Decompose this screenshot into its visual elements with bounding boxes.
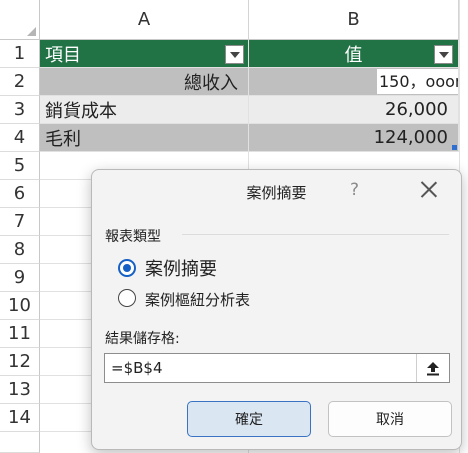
column-header-b[interactable]: B xyxy=(249,0,459,40)
row-header[interactable] xyxy=(0,432,40,453)
cancel-button[interactable]: 取消 xyxy=(328,401,452,437)
cell-a4[interactable]: 毛利 xyxy=(40,124,249,152)
row-header[interactable]: 14 xyxy=(0,404,40,432)
result-cells-input[interactable]: =$B$4 xyxy=(104,353,450,383)
cell-edit-text[interactable]: 150，ooon xyxy=(377,69,458,94)
cell-b4[interactable]: 124,000 xyxy=(249,124,459,152)
report-type-label: 報表類型 xyxy=(105,229,161,245)
upload-arrow-icon xyxy=(427,362,439,376)
row-header[interactable]: 5 xyxy=(0,152,40,180)
ok-button[interactable]: 確定 xyxy=(187,401,311,437)
cell-text: 毛利 xyxy=(45,128,81,150)
scenario-summary-dialog: 案例摘要 ? 報表類型 案例摘要 案例樞紐分析表 結果儲存格: =$B$4 確定… xyxy=(91,169,462,450)
row-header[interactable]: 2 xyxy=(0,68,40,96)
radio-pivot-table[interactable] xyxy=(118,289,136,307)
row-header[interactable]: 13 xyxy=(0,376,40,404)
cell-text: 項目 xyxy=(45,44,81,66)
filter-dropdown-icon[interactable] xyxy=(434,45,453,64)
cell-b2[interactable]: 150，ooon xyxy=(249,68,459,96)
radio-case-summary[interactable] xyxy=(118,259,136,277)
row-header[interactable]: 12 xyxy=(0,348,40,376)
cell-text: 26,000 xyxy=(385,99,448,120)
row-header[interactable]: 8 xyxy=(0,236,40,264)
filter-dropdown-icon[interactable] xyxy=(225,45,244,64)
row-header[interactable]: 3 xyxy=(0,96,40,124)
row-header[interactable]: 11 xyxy=(0,320,40,348)
fill-handle[interactable] xyxy=(452,145,457,150)
result-cells-value: =$B$4 xyxy=(111,359,163,377)
row-header[interactable]: 9 xyxy=(0,264,40,292)
cell-text: 銷貨成本 xyxy=(45,100,117,122)
cell-text: 值 xyxy=(344,44,363,66)
result-cells-label: 結果儲存格: xyxy=(105,331,180,347)
radio-case-summary-label[interactable]: 案例摘要 xyxy=(145,255,217,281)
row-header[interactable]: 10 xyxy=(0,292,40,320)
cell-b1[interactable]: 值 xyxy=(249,40,459,68)
column-header-a[interactable]: A xyxy=(40,0,249,40)
close-icon[interactable] xyxy=(418,178,440,200)
row-header[interactable]: 1 xyxy=(0,40,40,68)
cell-a3[interactable]: 銷貨成本 xyxy=(40,96,249,124)
collapse-range-button[interactable] xyxy=(416,354,449,382)
row-header[interactable]: 4 xyxy=(0,124,40,152)
section-divider xyxy=(182,234,449,235)
cell-text: 總收入 xyxy=(184,72,238,94)
cell-a2[interactable]: 總收入 xyxy=(40,68,249,96)
cell-text: 124,000 xyxy=(373,127,448,148)
select-all-corner[interactable] xyxy=(0,0,40,40)
row-header[interactable]: 7 xyxy=(0,208,40,236)
row-header[interactable]: 6 xyxy=(0,180,40,208)
cell-a1[interactable]: 項目 xyxy=(40,40,249,68)
cell-b3[interactable]: 26,000 xyxy=(249,96,459,124)
radio-pivot-table-label[interactable]: 案例樞紐分析表 xyxy=(145,289,250,310)
help-icon[interactable]: ? xyxy=(350,180,359,200)
dialog-title: 案例摘要 xyxy=(246,184,307,202)
